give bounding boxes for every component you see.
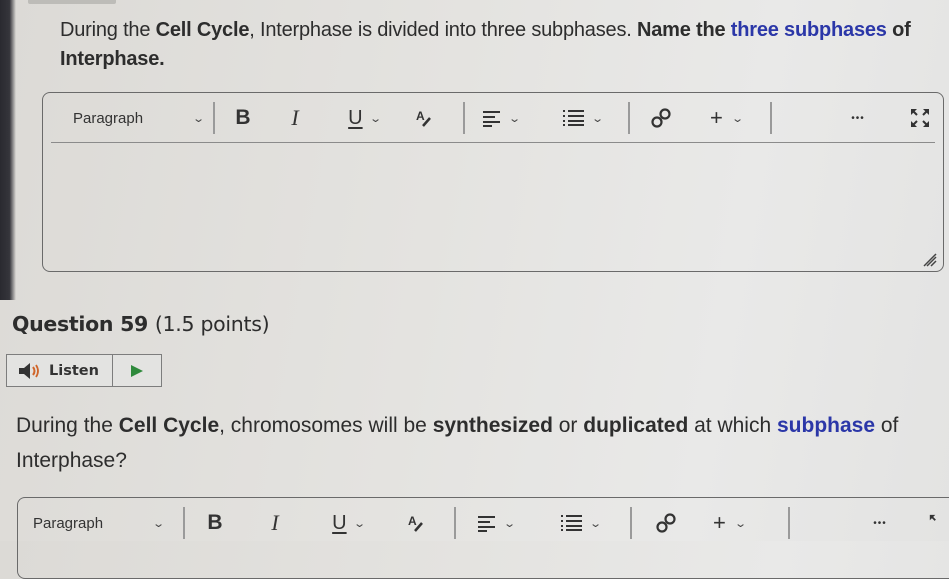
block-format-dropdown[interactable]: Paragraph ⌄	[73, 93, 205, 143]
resize-handle-icon[interactable]	[923, 253, 937, 267]
speaker-icon	[19, 362, 39, 379]
chevron-down-icon: ⌄	[733, 517, 747, 530]
question-text: During the Cell Cycle, chromosomes will …	[16, 408, 936, 478]
link-button[interactable]	[643, 93, 679, 143]
chevron-down-icon: ⌄	[191, 112, 205, 125]
text-segment: at which	[688, 414, 777, 437]
fullscreen-icon	[929, 514, 936, 521]
align-dropdown[interactable]: ⌄	[476, 93, 526, 143]
toolbar-divider	[213, 102, 215, 134]
chevron-down-icon: ⌄	[508, 112, 522, 125]
fullscreen-button[interactable]	[905, 93, 935, 143]
text-segment: During the	[60, 19, 156, 41]
block-format-label: Paragraph	[73, 109, 144, 127]
toolbar-divider	[454, 507, 456, 539]
chevron-down-icon: ⌄	[368, 112, 382, 125]
text-segment-highlight: three subphases	[730, 19, 887, 41]
answer-editor-previous[interactable]: Paragraph ⌄ B I U ⌄ A ⌄ ⌄ + ⌄ •••	[42, 92, 944, 272]
chevron-down-icon: ⌄	[151, 517, 165, 530]
play-icon	[131, 364, 143, 377]
play-button[interactable]	[113, 355, 161, 386]
text-segment-highlight: subphase	[777, 414, 876, 437]
align-left-icon	[478, 516, 496, 532]
svg-text:A: A	[416, 109, 425, 123]
text-color-button[interactable]: A	[411, 93, 437, 143]
screen-bezel	[0, 0, 16, 300]
question-number: Question 59	[12, 312, 148, 336]
toolbar-divider	[630, 507, 632, 539]
listen-widget: Listen	[6, 354, 162, 387]
italic-button[interactable]: I	[281, 93, 309, 143]
chevron-down-icon: ⌄	[503, 517, 517, 530]
plus-icon: +	[712, 510, 726, 535]
chevron-down-icon: ⌄	[591, 112, 605, 125]
toolbar-divider	[628, 102, 630, 134]
answer-editor-question-59[interactable]: Paragraph ⌄ B I U ⌄ A ⌄ ⌄ + ⌄ •••	[17, 497, 949, 579]
toolbar-divider	[183, 507, 185, 539]
link-icon	[651, 108, 671, 128]
fullscreen-icon	[911, 109, 929, 127]
top-edge-element	[28, 0, 116, 4]
block-format-label: Paragraph	[33, 514, 104, 532]
text-segment: , chromosomes will be	[219, 414, 433, 437]
text-color-icon: A	[416, 109, 431, 127]
text-segment-bold: Cell Cycle	[155, 19, 250, 41]
chevron-down-icon: ⌄	[352, 517, 366, 530]
underline-icon: U	[332, 511, 347, 534]
text-segment-bold: synthesized	[432, 414, 553, 437]
toolbar-bottom-border	[51, 141, 935, 143]
more-options-button[interactable]: •••	[843, 93, 873, 143]
toolbar-divider	[463, 102, 465, 134]
text-segment: , Interphase is divided into three subph…	[249, 19, 637, 41]
text-segment: or	[552, 414, 584, 437]
editor-content-area[interactable]	[43, 145, 943, 271]
toolbar-divider	[770, 102, 772, 134]
text-color-icon: A	[408, 514, 423, 532]
insert-dropdown[interactable]: + ⌄	[701, 93, 751, 143]
text-segment-bold: duplicated	[583, 414, 689, 437]
editor-toolbar: Paragraph ⌄ B I U ⌄ A ⌄ ⌄ + ⌄ •••	[43, 93, 943, 143]
previous-question-text: During the Cell Cycle, Interphase is div…	[60, 16, 930, 74]
listen-label: Listen	[49, 362, 99, 379]
plus-icon: +	[709, 105, 723, 130]
bold-button[interactable]: B	[228, 93, 258, 143]
list-dropdown[interactable]: ⌄	[558, 93, 608, 143]
chevron-down-icon: ⌄	[589, 517, 603, 530]
link-icon	[656, 513, 676, 533]
align-left-icon	[483, 111, 501, 127]
chevron-down-icon: ⌄	[730, 112, 744, 125]
question-points: (1.5 points)	[154, 312, 270, 336]
text-segment-bold: Name the	[636, 19, 731, 41]
text-segment-bold: Cell Cycle	[118, 414, 220, 437]
underline-button[interactable]: U ⌄	[339, 93, 389, 143]
question-title: Question 59 (1.5 points)	[12, 312, 270, 336]
listen-button[interactable]: Listen	[7, 355, 113, 386]
svg-text:A: A	[408, 514, 417, 528]
list-icon	[563, 110, 585, 126]
list-icon	[561, 515, 583, 531]
text-segment: During the	[16, 414, 119, 437]
underline-icon: U	[348, 106, 363, 129]
toolbar-divider	[788, 507, 790, 539]
